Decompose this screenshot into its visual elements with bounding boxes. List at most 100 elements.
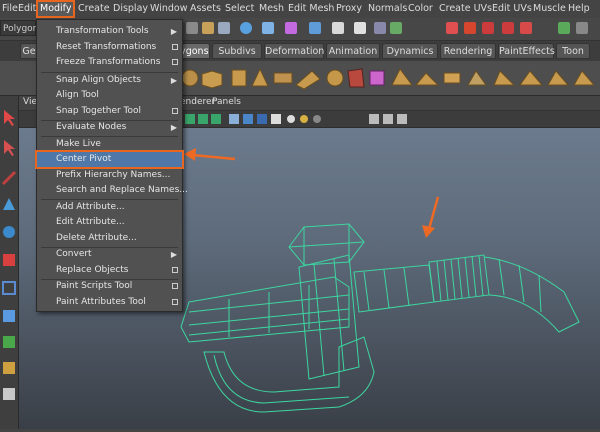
viewport-menu-view[interactable]: Vie: [23, 97, 37, 107]
menu-normals-label: Normals: [368, 3, 408, 14]
option-box-icon[interactable]: [172, 59, 178, 65]
tab-toon[interactable]: Toon: [556, 43, 590, 59]
select-tool-icon[interactable]: [4, 110, 15, 126]
menu-muscle[interactable]: Muscle: [531, 2, 568, 16]
status-line-icons: [186, 22, 588, 34]
menu-item-search-replace-names[interactable]: Search and Replace Names...: [37, 183, 188, 198]
menu-color[interactable]: Color: [406, 2, 435, 16]
tab-subdivs-label: Subdivs: [218, 46, 256, 57]
menu-normals[interactable]: Normals: [366, 2, 409, 16]
menu-select[interactable]: Select: [223, 2, 256, 16]
menu-item-paint-scripts-tool[interactable]: Paint Scripts Tool: [37, 279, 182, 294]
annotation-arrow-icon: [184, 148, 236, 161]
menu-edit-mesh-label: Edit Mesh: [288, 3, 335, 14]
tab-dynamics-label: Dynamics: [386, 46, 434, 57]
layout-icon-4[interactable]: [3, 388, 15, 400]
menu-item-make-live[interactable]: Make Live: [37, 137, 182, 152]
menu-item-label: Make Live: [56, 139, 101, 149]
menu-item-center-pivot[interactable]: Center Pivot: [35, 150, 184, 169]
menu-item-snap-together-tool[interactable]: Snap Together Tool: [37, 104, 182, 119]
menu-item-label: Reset Transformations: [56, 42, 157, 52]
menu-display-label: Display: [113, 3, 149, 14]
menu-item-replace-objects[interactable]: Replace Objects: [37, 263, 182, 278]
tab-painteffects[interactable]: PaintEffects: [498, 43, 555, 59]
selection-mask-icons[interactable]: [186, 22, 230, 34]
menu-create-uvs[interactable]: Create UVs: [437, 2, 494, 16]
tab-subdivs[interactable]: Subdivs: [212, 43, 262, 59]
menu-item-label: Freeze Transformations: [56, 57, 161, 67]
menu-window[interactable]: Window: [148, 2, 189, 16]
tab-animation[interactable]: Animation: [326, 43, 380, 59]
menu-edit[interactable]: Edit: [16, 2, 38, 16]
viewport-menu-renderer[interactable]: enderer: [180, 97, 215, 107]
tab-deformation[interactable]: Deformation: [264, 43, 324, 59]
menu-proxy[interactable]: Proxy: [334, 2, 364, 16]
scale-tool-icon[interactable]: [3, 254, 15, 266]
lasso-tool-icon[interactable]: [4, 140, 15, 156]
layout-icon-2[interactable]: [3, 336, 15, 348]
menu-edit-uvs[interactable]: Edit UVs: [490, 2, 534, 16]
option-box-icon[interactable]: [172, 44, 178, 50]
menu-item-label: Convert: [56, 249, 92, 259]
menu-item-convert[interactable]: Convert ▶: [37, 247, 182, 262]
menu-create[interactable]: Create: [76, 2, 112, 16]
menu-help-label: Help: [568, 3, 590, 14]
chevron-right-icon: ▶: [170, 123, 177, 132]
tab-dynamics[interactable]: Dynamics: [382, 43, 438, 59]
menu-item-label: Paint Attributes Tool: [56, 297, 146, 307]
menu-item-edit-attribute[interactable]: Edit Attribute...: [37, 215, 182, 230]
menu-assets[interactable]: Assets: [188, 2, 223, 16]
menu-item-delete-attribute[interactable]: Delete Attribute...: [37, 231, 182, 246]
tab-rendering[interactable]: Rendering: [440, 43, 496, 59]
menu-item-snap-align-objects[interactable]: Snap Align Objects ▶: [37, 73, 182, 88]
menu-edit-uvs-label: Edit UVs: [492, 3, 532, 14]
option-box-icon[interactable]: [172, 283, 178, 289]
option-box-icon[interactable]: [172, 299, 178, 305]
chevron-right-icon: ▶: [170, 76, 177, 85]
tab-animation-label: Animation: [328, 46, 378, 57]
paint-select-icon[interactable]: [1, 170, 17, 186]
option-box-icon[interactable]: [172, 108, 178, 114]
menu-item-add-attribute[interactable]: Add Attribute...: [37, 200, 182, 215]
menu-item-evaluate-nodes[interactable]: Evaluate Nodes ▶: [37, 120, 182, 135]
chevron-right-icon: ▶: [170, 250, 177, 259]
menu-modify[interactable]: Modify: [35, 0, 76, 18]
viewport-menu-panels[interactable]: Panels: [212, 97, 241, 107]
chevron-right-icon: ▶: [170, 27, 177, 36]
move-tool-icon[interactable]: [3, 198, 15, 210]
menu-item-label: Paint Scripts Tool: [56, 281, 133, 291]
menu-item-label: Prefix Hierarchy Names...: [56, 170, 171, 180]
menu-item-prefix-hierarchy-names[interactable]: Prefix Hierarchy Names...: [37, 168, 182, 183]
menu-item-label: Snap Together Tool: [56, 106, 142, 116]
manipulator-icon[interactable]: [2, 281, 16, 295]
option-box-icon[interactable]: [172, 267, 178, 273]
menu-item-paint-attributes-tool[interactable]: Paint Attributes Tool: [37, 295, 182, 310]
annotation-arrow-icon: [422, 196, 440, 238]
snap-icons[interactable]: [240, 22, 366, 34]
menu-color-label: Color: [408, 3, 433, 14]
tab-rendering-label: Rendering: [443, 46, 493, 57]
menu-item-label: Center Pivot: [56, 154, 112, 164]
menu-item-label: Evaluate Nodes: [56, 122, 127, 132]
menu-select-label: Select: [225, 3, 255, 14]
history-render-icons[interactable]: [374, 22, 588, 34]
menu-item-transformation-tools[interactable]: Transformation Tools ▶: [37, 24, 182, 39]
menu-item-align-tool[interactable]: Align Tool: [37, 88, 182, 103]
modify-menu-dropdown: Transformation Tools ▶ Reset Transformati…: [35, 19, 188, 312]
menu-display[interactable]: Display: [111, 2, 150, 16]
menu-item-label: Transformation Tools: [56, 26, 149, 36]
menu-item-label: Add Attribute...: [56, 202, 125, 212]
poly-primitive-icons[interactable]: [181, 67, 596, 90]
layout-icon-3[interactable]: [3, 362, 15, 374]
menu-set-select[interactable]: Polygons: [0, 20, 43, 36]
layout-icon-1[interactable]: [3, 310, 15, 322]
menu-item-reset-transformations[interactable]: Reset Transformations: [37, 40, 182, 55]
menu-edit-mesh[interactable]: Edit Mesh: [286, 2, 336, 16]
menu-item-freeze-transformations[interactable]: Freeze Transformations: [37, 55, 182, 70]
menu-item-label: Align Tool: [56, 90, 99, 100]
menu-item-label: Snap Align Objects: [56, 75, 141, 85]
menu-mesh[interactable]: Mesh: [257, 2, 286, 16]
menu-help[interactable]: Help: [566, 2, 592, 16]
rotate-tool-icon[interactable]: [3, 226, 15, 238]
menu-item-label: Delete Attribute...: [56, 233, 137, 243]
